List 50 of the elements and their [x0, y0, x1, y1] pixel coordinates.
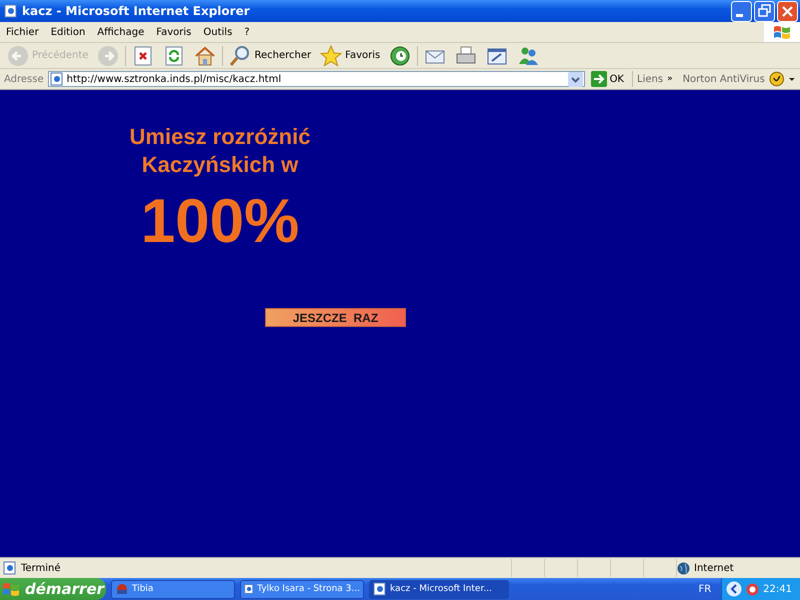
star-icon: [320, 44, 342, 66]
language-indicator[interactable]: FR: [698, 584, 712, 594]
dropdown-icon[interactable]: [568, 72, 583, 86]
magnifier-icon: [229, 44, 252, 66]
go-button[interactable]: OK: [588, 71, 633, 87]
status-text: Terminé: [21, 562, 61, 574]
window-title: kacz - Microsoft Internet Explorer: [22, 4, 251, 18]
heading-text: Umiesz rozróżnić: [130, 123, 310, 151]
menu-item[interactable]: Favoris: [150, 26, 198, 38]
refresh-icon: [163, 44, 186, 66]
score-text: 100%: [140, 187, 300, 257]
links-button[interactable]: Liens: [637, 74, 664, 84]
menu-item[interactable]: Edition: [44, 26, 92, 38]
retry-button[interactable]: JESZCZE RAZ: [265, 308, 406, 327]
globe-icon: [677, 562, 690, 574]
page-icon: [244, 582, 254, 596]
app-icon: [115, 582, 129, 596]
clock: 22:41: [763, 584, 792, 594]
chevron-left-icon[interactable]: [726, 581, 742, 597]
house-icon: [194, 44, 216, 66]
windows-logo-icon: [773, 24, 791, 40]
menu-item[interactable]: Outils: [197, 26, 238, 38]
favorites-button[interactable]: Favoris: [317, 44, 384, 68]
norton-label: Norton AntiVirus: [682, 74, 765, 84]
heading-text: Kaczyńskich w: [142, 151, 298, 179]
chevron-button[interactable]: »: [667, 74, 673, 84]
menu-item[interactable]: Fichier: [0, 26, 45, 38]
arrow-right-icon: [590, 71, 607, 87]
page-icon: [3, 561, 17, 575]
taskbar-button[interactable]: kacz - Microsoft Inter...: [369, 580, 509, 598]
page-icon: [4, 4, 18, 18]
taskbar-button[interactable]: Tibia: [111, 580, 235, 598]
tray-icon[interactable]: [746, 582, 760, 596]
restore-button[interactable]: [754, 0, 775, 22]
taskbar-button[interactable]: Tylko Isara - Strona 3...: [240, 580, 364, 598]
stop-icon: [132, 44, 154, 66]
search-button[interactable]: Rechercher: [226, 44, 314, 68]
minimize-button[interactable]: [731, 0, 752, 22]
people-icon: [517, 44, 540, 66]
printer-icon: [455, 44, 478, 66]
address-field[interactable]: http://www.sztronka.inds.pl/misc/kacz.html: [48, 71, 585, 87]
menu-item[interactable]: ?: [238, 26, 256, 38]
close-button[interactable]: [777, 0, 798, 22]
page-icon: [50, 72, 64, 86]
page-icon: [373, 582, 387, 596]
windows-logo-icon: [2, 581, 20, 597]
zone-label: Internet: [694, 562, 734, 574]
menu-item[interactable]: Affichage: [91, 26, 150, 38]
caret-icon[interactable]: [788, 75, 796, 83]
address-label: Adresse: [4, 74, 44, 84]
